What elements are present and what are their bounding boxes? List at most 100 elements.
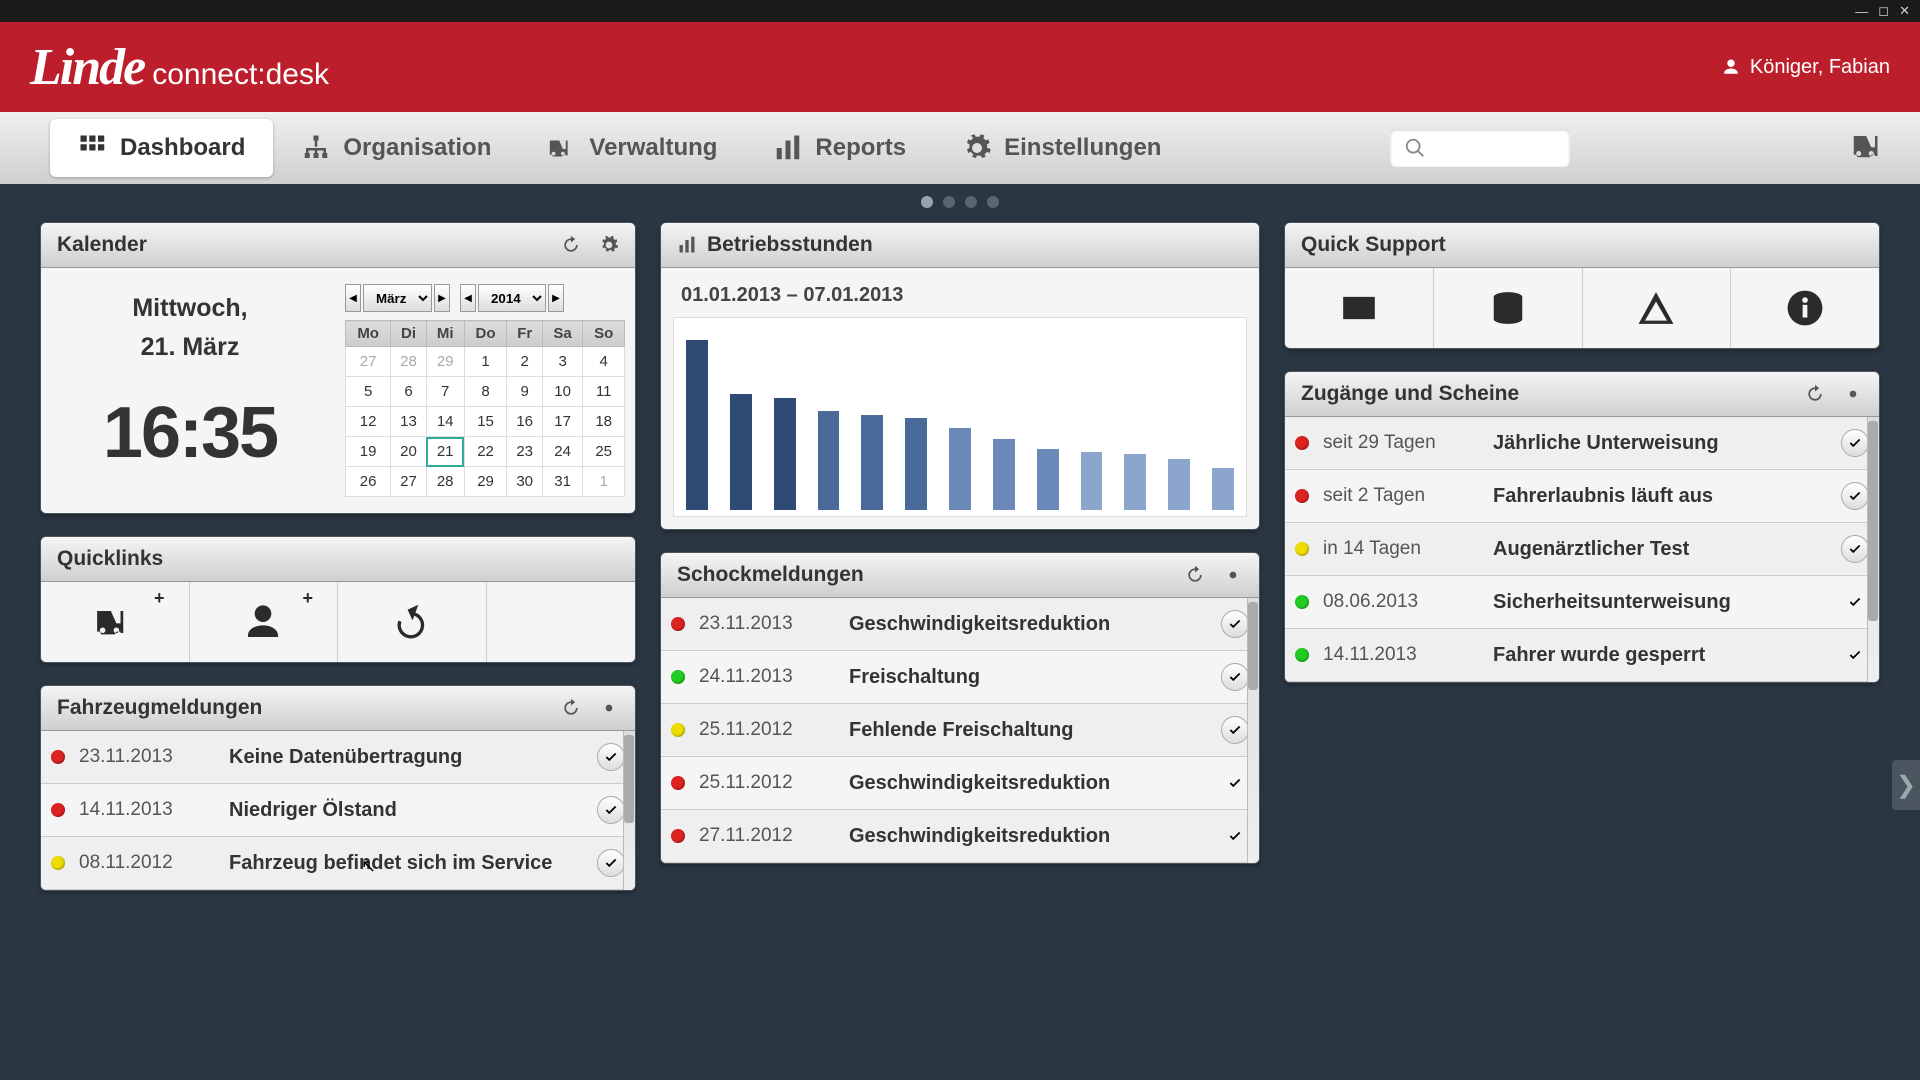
list-item[interactable]: 23.11.2013Keine Datenübertragung (41, 731, 635, 784)
calendar-day[interactable]: 29 (464, 467, 507, 497)
list-item[interactable]: in 14 TagenAugenärztlicher Test (1285, 523, 1879, 576)
calendar-day[interactable]: 9 (507, 377, 542, 407)
calendar-day[interactable]: 14 (426, 407, 464, 437)
acknowledge-button[interactable] (1221, 610, 1249, 638)
nav-verwaltung[interactable]: Verwaltung (519, 119, 745, 177)
calendar-day[interactable]: 30 (507, 467, 542, 497)
calendar-day[interactable]: 15 (464, 407, 507, 437)
calendar-day[interactable]: 21 (426, 437, 464, 467)
calendar-day[interactable]: 31 (542, 467, 582, 497)
calendar-day[interactable]: 11 (583, 377, 625, 407)
page-dot[interactable] (921, 196, 933, 208)
gear-icon[interactable] (599, 235, 619, 255)
list-item[interactable]: 25.11.2012Fehlende Freischaltung (661, 704, 1259, 757)
calendar-day[interactable]: 23 (507, 437, 542, 467)
calendar-day[interactable]: 28 (391, 347, 426, 377)
calendar-day[interactable]: 29 (426, 347, 464, 377)
acknowledge-button[interactable] (1841, 641, 1869, 669)
next-page-arrow[interactable]: ❯ (1892, 760, 1920, 810)
search-input[interactable] (1390, 129, 1570, 167)
calendar-day[interactable]: 5 (346, 377, 391, 407)
list-item[interactable]: seit 29 TagenJährliche Unterweisung (1285, 417, 1879, 470)
calendar-day[interactable]: 16 (507, 407, 542, 437)
list-item[interactable]: 24.11.2013Freischaltung (661, 651, 1259, 704)
acknowledge-button[interactable] (597, 743, 625, 771)
calendar-day[interactable]: 19 (346, 437, 391, 467)
list-item[interactable]: 14.11.2013Niedriger Ölstand (41, 784, 635, 837)
calendar-day[interactable]: 24 (542, 437, 582, 467)
acknowledge-button[interactable] (1221, 822, 1249, 850)
acknowledge-button[interactable] (1841, 429, 1869, 457)
year-prev[interactable]: ◀ (460, 284, 476, 312)
acknowledge-button[interactable] (597, 796, 625, 824)
page-dot[interactable] (965, 196, 977, 208)
calendar-day[interactable]: 17 (542, 407, 582, 437)
calendar-day[interactable]: 13 (391, 407, 426, 437)
calendar-day[interactable]: 12 (346, 407, 391, 437)
acknowledge-button[interactable] (1221, 769, 1249, 797)
acknowledge-button[interactable] (1221, 663, 1249, 691)
month-prev[interactable]: ◀ (345, 284, 361, 312)
nav-reports[interactable]: Reports (745, 119, 934, 177)
calendar-day[interactable]: 8 (464, 377, 507, 407)
calendar-day[interactable]: 3 (542, 347, 582, 377)
gear-icon[interactable] (1223, 565, 1243, 585)
quicklink-add-vehicle[interactable]: + (41, 582, 190, 662)
calendar-day[interactable]: 7 (426, 377, 464, 407)
nav-organisation[interactable]: Organisation (273, 119, 519, 177)
nav-dashboard[interactable]: Dashboard (50, 119, 273, 177)
refresh-icon[interactable] (561, 698, 581, 718)
gear-icon[interactable] (599, 698, 619, 718)
acknowledge-button[interactable] (1841, 482, 1869, 510)
month-select[interactable]: März (363, 284, 432, 312)
list-item[interactable]: seit 2 TagenFahrerlaubnis läuft aus (1285, 470, 1879, 523)
scrollbar[interactable] (623, 731, 635, 890)
forklift-shortcut[interactable] (1850, 130, 1890, 167)
calendar-day[interactable]: 28 (426, 467, 464, 497)
user-menu[interactable]: Königer, Fabian (1722, 56, 1890, 79)
quicksupport-alert[interactable] (1583, 268, 1732, 348)
calendar-day[interactable]: 2 (507, 347, 542, 377)
refresh-icon[interactable] (561, 235, 581, 255)
year-select[interactable]: 2014 (478, 284, 546, 312)
calendar-day[interactable]: 20 (391, 437, 426, 467)
quicksupport-database[interactable] (1434, 268, 1583, 348)
list-item[interactable]: 08.06.2013Sicherheitsunterweisung (1285, 576, 1879, 629)
list-item[interactable]: 27.11.2012Geschwindigkeitsreduktion (661, 810, 1259, 863)
scrollbar[interactable] (1247, 598, 1259, 863)
calendar-day[interactable]: 1 (583, 467, 625, 497)
acknowledge-button[interactable] (1841, 535, 1869, 563)
window-maximize[interactable]: ◻ (1878, 3, 1889, 19)
gear-icon[interactable] (1843, 384, 1863, 404)
calendar-day[interactable]: 22 (464, 437, 507, 467)
quicksupport-info[interactable] (1731, 268, 1879, 348)
year-next[interactable]: ▶ (548, 284, 564, 312)
calendar-day[interactable]: 27 (346, 347, 391, 377)
quicksupport-mail[interactable] (1285, 268, 1434, 348)
quicklink-sync[interactable] (338, 582, 487, 662)
acknowledge-button[interactable] (1841, 588, 1869, 616)
list-item[interactable]: 08.11.2012Fahrzeug befindet sich im Serv… (41, 837, 635, 890)
window-minimize[interactable]: — (1855, 4, 1868, 19)
calendar-day[interactable]: 6 (391, 377, 426, 407)
window-close[interactable]: ✕ (1899, 3, 1910, 19)
scrollbar[interactable] (1867, 417, 1879, 682)
quicklink-add-user[interactable]: + (190, 582, 339, 662)
calendar-day[interactable]: 1 (464, 347, 507, 377)
acknowledge-button[interactable] (597, 849, 625, 877)
calendar-day[interactable]: 4 (583, 347, 625, 377)
calendar-day[interactable]: 27 (391, 467, 426, 497)
page-dot[interactable] (987, 196, 999, 208)
calendar-day[interactable]: 18 (583, 407, 625, 437)
list-item[interactable]: 25.11.2012Geschwindigkeitsreduktion (661, 757, 1259, 810)
list-item[interactable]: 14.11.2013Fahrer wurde gesperrt (1285, 629, 1879, 682)
page-dot[interactable] (943, 196, 955, 208)
refresh-icon[interactable] (1805, 384, 1825, 404)
calendar-day[interactable]: 26 (346, 467, 391, 497)
calendar-day[interactable]: 10 (542, 377, 582, 407)
month-next[interactable]: ▶ (434, 284, 450, 312)
calendar-day[interactable]: 25 (583, 437, 625, 467)
refresh-icon[interactable] (1185, 565, 1205, 585)
list-item[interactable]: 23.11.2013Geschwindigkeitsreduktion (661, 598, 1259, 651)
acknowledge-button[interactable] (1221, 716, 1249, 744)
